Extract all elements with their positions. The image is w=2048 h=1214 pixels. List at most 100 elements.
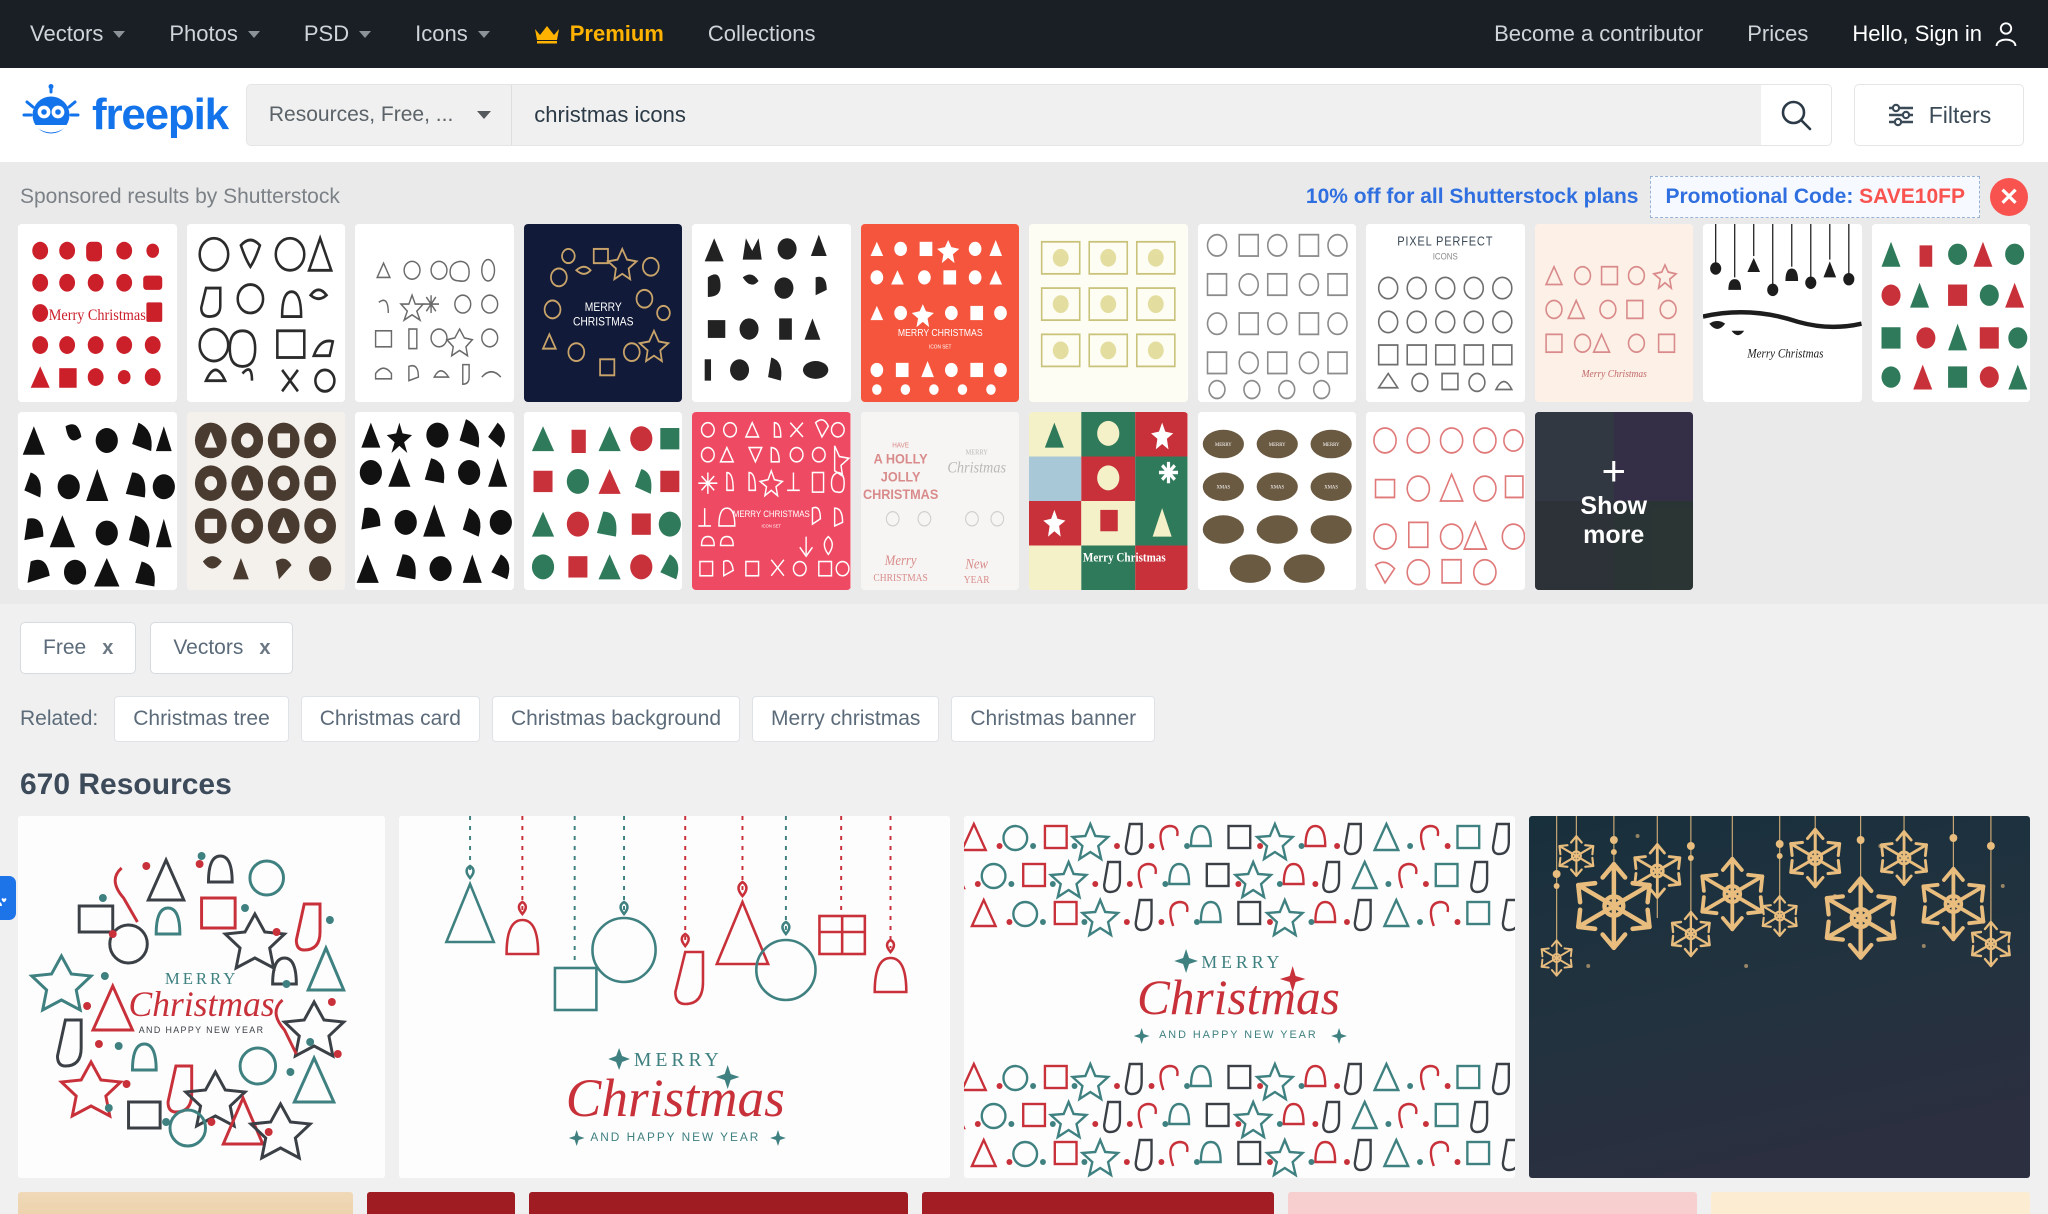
svg-text:Christmas: Christmas	[947, 459, 1006, 477]
thumbnail-art	[355, 224, 514, 402]
sponsored-tile-hanging-ornaments-banner[interactable]: Merry Christmas	[1703, 224, 1862, 402]
sponsored-tile-pixel-perfect-icons[interactable]: PIXEL PERFECT ICONS	[1366, 224, 1525, 402]
svg-text:CHRISTMAS: CHRISTMAS	[572, 316, 633, 329]
svg-text:PIXEL PERFECT: PIXEL PERFECT	[1397, 235, 1493, 249]
card-subtitle-text: AND HAPPY NEW YEAR	[1159, 1029, 1318, 1041]
search-submit-button[interactable]	[1761, 85, 1831, 145]
sponsored-tile-peach-christmas-icons[interactable]: Merry Christmas	[1534, 224, 1693, 402]
sponsored-tile-dark-circle-icon-set[interactable]	[186, 412, 345, 590]
freepik-logo[interactable]: freepik	[20, 84, 229, 146]
sponsored-tile-show-more[interactable]: + Show more	[1534, 412, 1693, 590]
filters-button[interactable]: Filters	[1854, 84, 2024, 146]
user-heart-icon	[0, 898, 7, 906]
nav-item-vectors[interactable]: Vectors	[22, 21, 147, 47]
thumbnail-art	[1029, 224, 1188, 402]
sponsored-tile-green-red-flat-icons[interactable]	[523, 412, 682, 590]
result-card-crimson-card[interactable]	[922, 1192, 1274, 1214]
search-input[interactable]	[512, 85, 1761, 145]
sponsored-tile-coral-christmas-icon-poster[interactable]: MERRY CHRISTMAS ICON SET	[860, 224, 1019, 402]
promo-prefix-label: Promotional Code:	[1665, 185, 1854, 208]
related-tag-christmas-banner[interactable]: Christmas banner	[951, 696, 1156, 742]
nav-item-become-contributor[interactable]: Become a contributor	[1472, 21, 1725, 47]
nav-item-label: Collections	[707, 21, 816, 46]
sponsored-tile-red-outline-icon-grid[interactable]	[1366, 412, 1525, 590]
thumbnail-art: MERRY CHRISTMAS	[523, 224, 682, 402]
crown-icon	[534, 26, 559, 44]
result-card-cream-badge-card[interactable]	[1710, 1192, 2031, 1214]
thumbnail-art	[692, 224, 851, 402]
result-card-dark-red-pattern-card-b[interactable]	[529, 1192, 909, 1214]
related-tag-christmas-card[interactable]: Christmas card	[300, 696, 480, 742]
promotional-code-box[interactable]: Promotional Code: SAVE10FP	[1650, 176, 1980, 218]
related-tag-christmas-tree[interactable]: Christmas tree	[114, 696, 289, 742]
sponsored-tile-outline-christmas-icons[interactable]	[186, 224, 345, 402]
sponsored-tile-thin-line-christmas-icons[interactable]	[355, 224, 514, 402]
thumbnail-art	[186, 224, 345, 402]
svg-text:XMAS: XMAS	[1324, 484, 1338, 490]
related-tag-christmas-background[interactable]: Christmas background	[491, 696, 741, 742]
svg-text:CHRISTMAS: CHRISTMAS	[873, 573, 927, 585]
show-more-label-line1: Show	[1580, 492, 1648, 521]
sponsored-header: Sponsored results by Shutterstock 10% of…	[18, 176, 2030, 218]
sponsored-tile-pink-christmas-icon-poster[interactable]: MERRY CHRISTMAS ICON SET	[692, 412, 851, 590]
chevron-down-icon	[359, 30, 372, 38]
result-card-hanging-ornaments-card[interactable]: MERRY Christmas AND HAPPY NEW YEAR	[399, 816, 950, 1178]
svg-text:XMAS: XMAS	[1216, 484, 1230, 490]
nav-item-photos[interactable]: Photos	[147, 21, 282, 47]
close-icon[interactable]: x	[259, 637, 270, 660]
nav-item-label: Become a contributor	[1494, 21, 1704, 46]
search-category-label: Resources, Free, ...	[268, 103, 454, 126]
sponsored-tile-black-silhouette-icons[interactable]	[18, 412, 177, 590]
svg-text:ICON SET: ICON SET	[929, 344, 951, 350]
thumbnail-art: MERRY CHRISTMAS ICON SET	[692, 412, 851, 590]
nav-item-psd[interactable]: PSD	[282, 21, 393, 47]
sponsored-tile-red-christmas-icon-sheet[interactable]: Merry Christmas	[18, 224, 177, 402]
user-icon	[1995, 22, 2017, 47]
result-card-dark-red-pattern-card-a[interactable]	[367, 1192, 516, 1214]
thumbnail-art	[186, 412, 345, 590]
sponsored-tile-pale-yellow-christmas-set[interactable]	[1029, 224, 1188, 402]
sponsored-tile-holly-jolly-lettering[interactable]: HAVE A HOLLY JOLLY CHRISTMAS MERRY Chris…	[860, 412, 1019, 590]
sponsored-tile-black-christmas-icons-grid[interactable]	[692, 224, 851, 402]
sponsored-offer-link[interactable]: 10% off for all Shutterstock plans	[1306, 185, 1639, 209]
close-icon[interactable]: ✕	[1990, 178, 2028, 216]
related-tag-merry-christmas[interactable]: Merry christmas	[752, 696, 940, 742]
result-card-gold-snowflakes-dark-card[interactable]	[1528, 816, 2030, 1178]
sponsored-tile-merry-christmas-color-blocks[interactable]: Merry Christmas	[1029, 412, 1188, 590]
nav-item-sign-in[interactable]: Hello, Sign in	[1830, 21, 2022, 47]
favorites-side-tab[interactable]	[0, 876, 16, 920]
nav-item-icons[interactable]: Icons	[393, 21, 512, 47]
sponsored-tile-navy-merry-christmas-circle[interactable]: MERRY CHRISTMAS	[523, 224, 682, 402]
top-nav-right-group: Become a contributor Prices Hello, Sign …	[1472, 21, 2022, 47]
result-card-gold-gradient-card[interactable]	[18, 1192, 354, 1214]
sponsored-tile-grey-outline-icons-grid[interactable]	[1197, 224, 1356, 402]
thumbnail-art: MERRY MERRY MERRY XMAS XMAS XMAS	[1197, 412, 1356, 590]
freepik-wordmark: freepik	[92, 90, 229, 139]
search-category-dropdown[interactable]: Resources, Free, ...	[246, 85, 513, 145]
filter-chip-vectors[interactable]: Vectors x	[150, 622, 294, 674]
search-container: Resources, Free, ...	[245, 84, 1832, 146]
nav-item-prices[interactable]: Prices	[1725, 21, 1830, 47]
search-icon	[1781, 100, 1812, 131]
thumbnail-art: MERRY CHRISTMAS ICON SET	[860, 224, 1019, 402]
svg-text:Merry Christmas: Merry Christmas	[1580, 369, 1646, 381]
nav-item-collections[interactable]: Collections	[686, 21, 838, 47]
thumbnail-art: MERRY Christmas AND HAPPY NEW YEAR	[399, 816, 950, 1178]
result-card-pink-icons-card[interactable]	[1287, 1192, 1697, 1214]
result-card-christmas-icons-circle-card[interactable]: MERRY Christmas AND HAPPY NEW YEAR	[18, 816, 386, 1178]
sponsored-tile-christmas-color-icons[interactable]	[1871, 224, 2030, 402]
svg-text:MERRY: MERRY	[1268, 442, 1285, 448]
thumbnail-art: MERRY Christmas AND HAPPY NEW YEAR	[18, 816, 386, 1178]
promo-code-value: SAVE10FP	[1859, 185, 1965, 208]
sponsored-tile-black-detailed-silhouettes[interactable]	[355, 412, 514, 590]
nav-item-premium[interactable]: Premium	[512, 21, 686, 47]
search-header: freepik Resources, Free, ... Filters	[0, 68, 2048, 162]
nav-item-label: Prices	[1747, 21, 1809, 46]
sponsored-tile-vintage-christmas-badges[interactable]: MERRY MERRY MERRY XMAS XMAS XMAS	[1197, 412, 1356, 590]
filter-chip-free[interactable]: Free x	[20, 622, 137, 674]
svg-text:MERRY CHRISTMAS: MERRY CHRISTMAS	[733, 509, 810, 520]
close-icon[interactable]: x	[102, 637, 113, 660]
result-card-icon-pattern-border-card[interactable]: MERRY Christmas AND HAPPY NEW YEAR	[963, 816, 1515, 1178]
svg-text:MERRY: MERRY	[1322, 442, 1339, 448]
svg-text:HAVE: HAVE	[892, 442, 909, 449]
